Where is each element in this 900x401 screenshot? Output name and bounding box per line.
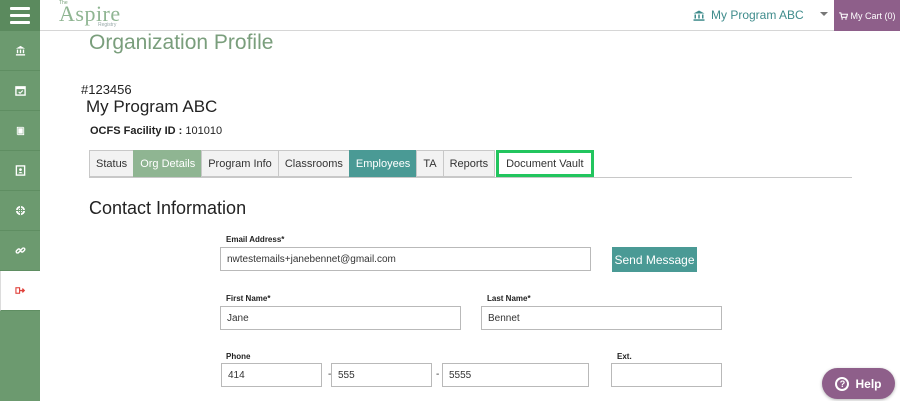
- facility-id: OCFS Facility ID : 101010: [90, 125, 222, 137]
- cart-label: My Cart (0): [850, 10, 896, 21]
- institution-icon: [15, 45, 25, 56]
- send-message-button[interactable]: Send Message: [612, 247, 697, 272]
- calendar-icon: [14, 86, 26, 96]
- org-name: My Program ABC: [86, 97, 218, 116]
- id-card-icon: [15, 165, 25, 176]
- tab-classrooms[interactable]: Classrooms: [277, 150, 350, 177]
- hamburger-icon: [10, 7, 30, 10]
- sidebar-item-links[interactable]: [0, 231, 40, 271]
- sign-out-icon: [15, 287, 26, 294]
- org-id: #123456: [81, 82, 132, 97]
- page-title: Organization Profile: [89, 31, 274, 54]
- chevron-down-icon[interactable]: [820, 12, 828, 16]
- ext-label: Ext.: [617, 352, 632, 361]
- help-button[interactable]: ? Help: [822, 368, 895, 399]
- sidebar-item-profile[interactable]: [0, 151, 40, 191]
- profile-tabs: Status Org Details Program Info Classroo…: [89, 150, 594, 177]
- email-label: Email Address*: [226, 235, 285, 244]
- last-name-field[interactable]: Bennet: [481, 306, 722, 330]
- first-name-field[interactable]: Jane: [220, 306, 461, 330]
- sidebar-item-global[interactable]: [0, 191, 40, 231]
- tab-document-vault[interactable]: Document Vault: [496, 150, 594, 177]
- section-title: Contact Information: [89, 198, 247, 218]
- phone-label: Phone: [226, 352, 251, 361]
- cart-icon: [838, 11, 848, 20]
- link-icon: [14, 247, 26, 254]
- sidebar-item-calendar[interactable]: [0, 71, 40, 111]
- tab-divider: [89, 177, 852, 178]
- first-name-label: First Name*: [226, 294, 271, 303]
- menu-toggle-button[interactable]: [0, 0, 40, 31]
- program-name: My Program ABC: [711, 8, 804, 22]
- ext-field[interactable]: [611, 363, 722, 387]
- globe-icon: [15, 205, 25, 216]
- sidebar-item-courses[interactable]: [0, 111, 40, 151]
- tab-program-info[interactable]: Program Info: [201, 150, 279, 177]
- phone-separator: -: [436, 369, 440, 380]
- program-switcher[interactable]: My Program ABC: [693, 0, 804, 30]
- top-header: The Aspire Registry My Program ABC My Ca…: [40, 0, 900, 31]
- question-icon: ?: [835, 376, 850, 391]
- phone-prefix-field[interactable]: 555: [331, 363, 432, 387]
- sidebar: [0, 0, 40, 401]
- last-name-label: Last Name*: [487, 294, 531, 303]
- sidebar-item-logout[interactable]: [0, 271, 40, 311]
- tab-org-details[interactable]: Org Details: [133, 150, 203, 177]
- tab-reports[interactable]: Reports: [442, 150, 496, 177]
- facility-value: 101010: [185, 125, 223, 137]
- facility-label: OCFS Facility ID :: [90, 125, 183, 137]
- sidebar-fill: [0, 312, 40, 401]
- cart-button[interactable]: My Cart (0): [834, 0, 900, 31]
- tab-employees[interactable]: Employees: [348, 150, 418, 177]
- phone-line-field[interactable]: 5555: [442, 363, 589, 387]
- tab-status[interactable]: Status: [89, 150, 135, 177]
- book-icon: [16, 126, 24, 136]
- phone-area-field[interactable]: 414: [221, 363, 322, 387]
- email-field[interactable]: nwtestemails+janebennet@gmail.com: [220, 247, 591, 271]
- help-label: Help: [855, 376, 882, 391]
- institution-icon: [693, 10, 705, 21]
- tab-ta[interactable]: TA: [416, 150, 444, 177]
- sidebar-item-organization[interactable]: [0, 31, 40, 71]
